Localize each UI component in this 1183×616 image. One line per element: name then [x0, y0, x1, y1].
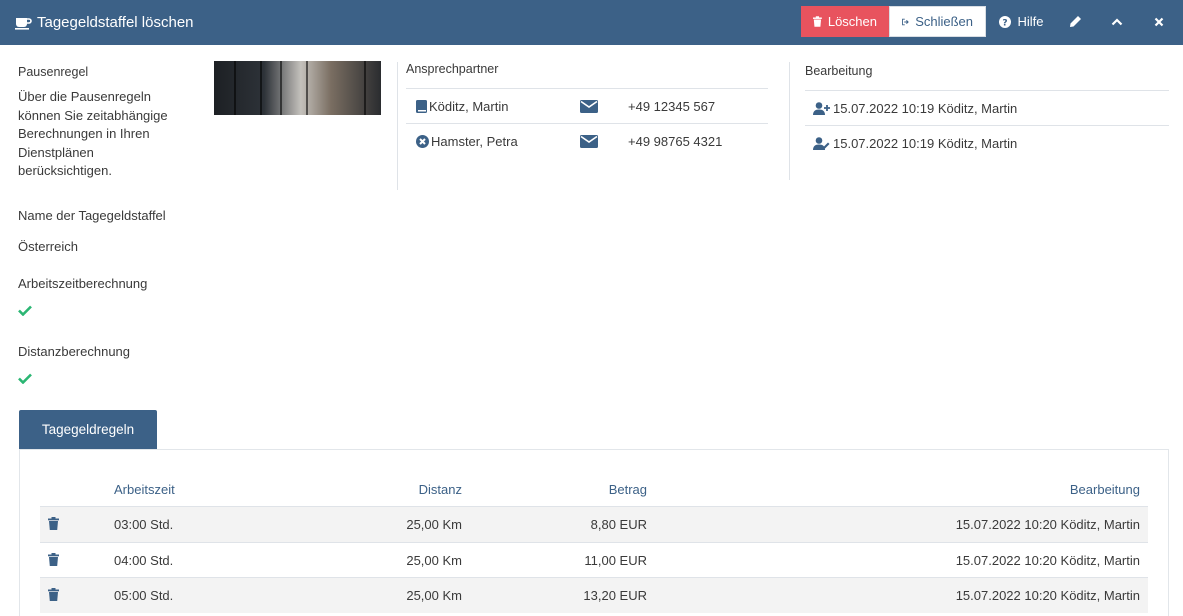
edit-history-row: 15.07.2022 10:19 Köditz, Martin	[805, 90, 1169, 125]
intro-text: Über die Pausenregeln können Sie zeitabh…	[18, 89, 168, 178]
question-circle-icon: ?	[999, 15, 1012, 28]
collapse-button[interactable]	[1099, 6, 1141, 37]
sign-out-icon	[902, 18, 909, 25]
close-icon	[1154, 17, 1164, 26]
cell-edit: 15.07.2022 10:20 Köditz, Martin	[955, 553, 1140, 568]
name-label: Name der Tagegeldstaffel	[18, 208, 166, 223]
title-bar: Tagegeldstaffel löschen Löschen Schließe…	[0, 0, 1183, 45]
svg-text:?: ?	[1003, 18, 1008, 28]
intro-section: Pausenregel Über die Pausenregeln können…	[18, 65, 198, 181]
tab-tagegeldregeln[interactable]: Tagegeldregeln	[19, 410, 157, 449]
name-value: Österreich	[18, 239, 78, 254]
edit-history-text: 15.07.2022 10:19 Köditz, Martin	[833, 100, 1018, 116]
edit-history-row: 15.07.2022 10:19 Köditz, Martin	[805, 125, 1169, 160]
column-divider	[789, 62, 790, 180]
check-icon	[18, 305, 32, 316]
book-icon	[416, 99, 427, 113]
close-label: Schließen	[915, 14, 973, 29]
column-divider	[397, 62, 398, 190]
cell-amount: 8,80 EUR	[590, 517, 647, 532]
distance-label: Distanzberechnung	[18, 344, 131, 359]
help-label: Hilfe	[1017, 14, 1044, 29]
edit-button[interactable]	[1057, 6, 1099, 37]
cell-edit: 15.07.2022 10:20 Köditz, Martin	[955, 588, 1140, 603]
close-window-button[interactable]	[1141, 6, 1183, 37]
header-distance[interactable]: Distanz	[419, 482, 462, 497]
work-time-label: Arbeitszeitberechnung	[18, 276, 148, 291]
close-button[interactable]: Schließen	[889, 6, 986, 37]
header-amount[interactable]: Betrag	[609, 482, 647, 497]
user-edit-icon	[813, 136, 830, 150]
table-row: 03:00 Std. 25,00 Km 8,80 EUR 15.07.2022 …	[40, 506, 1148, 542]
delete-button[interactable]: Löschen	[801, 6, 889, 37]
cell-distance: 25,00 Km	[406, 517, 462, 532]
times-circle-icon	[416, 134, 429, 148]
table-header: Arbeitszeit Distanz Betrag Bearbeitung	[40, 480, 1148, 506]
intro-title: Pausenregel	[18, 65, 89, 79]
contacts-section: Ansprechpartner Köditz, Martin +49 12345…	[406, 62, 768, 158]
cell-time: 05:00 Std.	[114, 588, 174, 603]
cell-edit: 15.07.2022 10:20 Köditz, Martin	[955, 517, 1140, 532]
office-thumbnail-image	[214, 61, 381, 115]
cell-amount: 13,20 EUR	[583, 588, 647, 603]
cell-amount: 11,00 EUR	[584, 553, 647, 568]
contact-name[interactable]: Köditz, Martin	[429, 99, 508, 114]
cell-time: 03:00 Std.	[114, 517, 174, 532]
window-title: Tagegeldstaffel löschen	[15, 0, 194, 45]
edit-history-title: Bearbeitung	[805, 64, 873, 78]
trash-icon[interactable]	[48, 588, 59, 601]
edit-history-section: Bearbeitung 15.07.2022 10:19 Köditz, Mar…	[805, 64, 1169, 160]
chevron-up-icon	[1111, 17, 1123, 25]
rules-panel: Arbeitszeit Distanz Betrag Bearbeitung 0…	[19, 449, 1169, 616]
table-row: 05:00 Std. 25,00 Km 13,20 EUR 15.07.2022…	[40, 577, 1148, 613]
trash-icon[interactable]	[48, 553, 59, 566]
contact-phone: +49 12345 567	[628, 98, 716, 114]
pencil-icon	[1069, 16, 1081, 27]
help-button[interactable]: ? Hilfe	[986, 6, 1057, 37]
trash-icon	[813, 16, 822, 27]
cell-time: 04:00 Std.	[114, 553, 174, 568]
delete-label: Löschen	[827, 14, 877, 29]
coffee-icon	[15, 17, 32, 30]
table-row: 04:00 Std. 25,00 Km 11,00 EUR 15.07.2022…	[40, 542, 1148, 578]
contact-phone: +49 98765 4321	[628, 133, 723, 149]
envelope-icon[interactable]	[580, 134, 598, 148]
toolbar: Löschen Schließen ? Hilfe	[801, 6, 1183, 37]
window-title-text: Tagegeldstaffel löschen	[37, 14, 194, 31]
contact-name[interactable]: Hamster, Petra	[431, 134, 518, 149]
cell-distance: 25,00 Km	[406, 553, 462, 568]
user-plus-icon	[813, 101, 830, 115]
header-edit[interactable]: Bearbeitung	[1070, 482, 1140, 497]
contact-row: Hamster, Petra +49 98765 4321	[406, 123, 768, 158]
header-time[interactable]: Arbeitszeit	[114, 482, 175, 497]
envelope-icon[interactable]	[580, 99, 598, 113]
cell-distance: 25,00 Km	[406, 588, 462, 603]
trash-icon[interactable]	[48, 517, 59, 530]
check-icon	[18, 373, 32, 384]
contact-row: Köditz, Martin +49 12345 567	[406, 88, 768, 123]
edit-history-text: 15.07.2022 10:19 Köditz, Martin	[833, 135, 1018, 151]
contacts-title: Ansprechpartner	[406, 62, 499, 76]
